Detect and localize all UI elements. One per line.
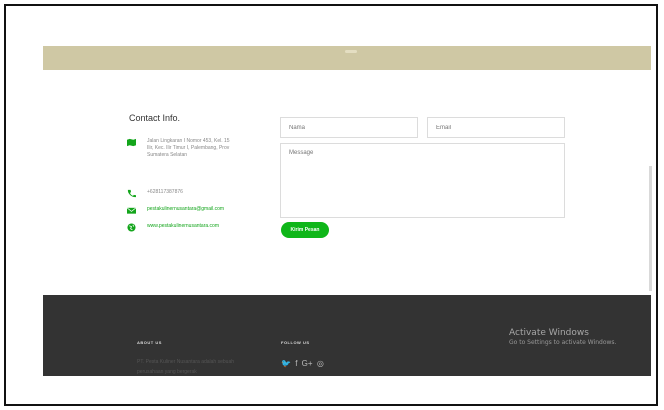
envelope-icon: [127, 207, 136, 214]
activate-windows-watermark: Activate Windows Go to Settings to activ…: [509, 328, 616, 346]
window-frame: Contact Info. Jalan Lingkaran I Nomor 45…: [4, 4, 658, 406]
page-viewport[interactable]: Contact Info. Jalan Lingkaran I Nomor 45…: [19, 16, 652, 376]
social-icons: 🐦 f G+ ◎: [281, 359, 326, 368]
contact-phone: +628117387876: [147, 189, 183, 195]
contact-info-title: Contact Info.: [129, 113, 181, 123]
header-banner: [43, 46, 651, 70]
follow-us-heading: FOLLOW US: [281, 340, 310, 345]
contact-address-row: Jalan Lingkaran I Nomor 453, Kel. 15 Ili…: [127, 138, 247, 174]
facebook-icon[interactable]: f: [295, 359, 297, 368]
instagram-icon[interactable]: ◎: [317, 359, 324, 368]
twitter-icon[interactable]: 🐦: [281, 359, 291, 368]
email-input[interactable]: [427, 117, 565, 138]
contact-website-row[interactable]: www.pestakulinernusantara.com: [127, 223, 267, 232]
name-input[interactable]: [280, 117, 418, 138]
contact-website-link[interactable]: www.pestakulinernusantara.com: [147, 223, 267, 230]
message-textarea[interactable]: [280, 143, 565, 218]
about-us-text: PT. Pesta Kuliner Nusantara adalah sebua…: [137, 359, 235, 375]
activate-windows-title: Activate Windows: [509, 328, 589, 338]
google-plus-icon[interactable]: G+: [302, 359, 313, 368]
contact-email-link[interactable]: pestakulinernusantara@gmail.com: [147, 206, 267, 213]
contact-phone-row: +628117387876: [127, 189, 247, 198]
map-icon: [127, 138, 136, 147]
send-message-button[interactable]: Kirim Pesan: [281, 222, 329, 238]
contact-address: Jalan Lingkaran I Nomor 453, Kel. 15 Ili…: [147, 138, 230, 158]
banner-decoration: [345, 50, 357, 53]
contact-email-row[interactable]: pestakulinernusantara@gmail.com: [127, 206, 267, 215]
phone-icon: [127, 189, 136, 198]
about-us-heading: ABOUT US: [137, 340, 162, 345]
activate-windows-subtitle: Go to Settings to activate Windows.: [509, 339, 617, 346]
globe-icon: [127, 223, 136, 232]
scrollbar[interactable]: [649, 166, 652, 291]
